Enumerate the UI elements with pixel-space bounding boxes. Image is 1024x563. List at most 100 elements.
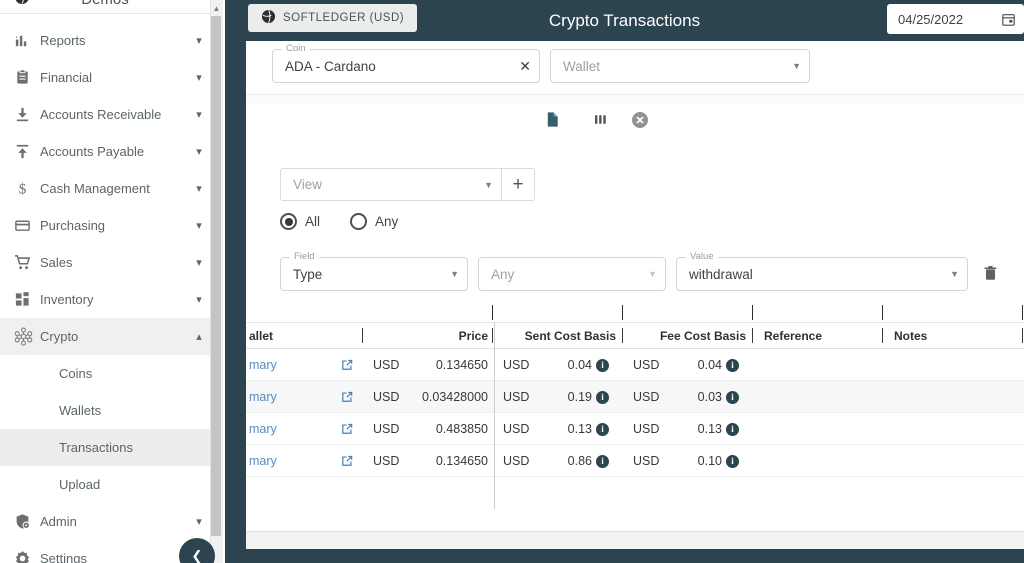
chevron-down-icon[interactable]: ▾ xyxy=(188,71,210,84)
cell-fee-currency: USD xyxy=(633,381,659,413)
sent-info-icon[interactable]: i xyxy=(596,445,609,477)
column-resize-handle[interactable] xyxy=(622,305,623,320)
chevron-down-icon[interactable]: ▾ xyxy=(188,182,210,195)
table-row[interactable]: mary USD 0.483850 USD 0.13 i USD 0.13 i xyxy=(246,413,1024,445)
condition-field-select[interactable]: Field Type ▼ xyxy=(280,257,468,291)
sidebar-item-accounts-receivable[interactable]: Accounts Receivable ▾ xyxy=(0,96,210,133)
date-picker[interactable]: 04/25/2022 xyxy=(887,4,1024,34)
chevron-down-icon[interactable]: ▼ xyxy=(792,61,801,71)
sidebar-scrollbar-thumb[interactable] xyxy=(211,16,221,536)
external-link-icon[interactable] xyxy=(340,422,354,436)
chevron-down-icon[interactable]: ▾ xyxy=(188,293,210,306)
chevron-down-icon[interactable]: ▾ xyxy=(188,219,210,232)
cell-wallet[interactable]: mary xyxy=(249,381,277,413)
header-divider[interactable] xyxy=(752,328,753,343)
table-row[interactable]: mary USD 0.134650 USD 0.04 i USD 0.04 i xyxy=(246,349,1024,381)
chevron-down-icon[interactable]: ▼ xyxy=(450,269,459,279)
cell-link[interactable] xyxy=(340,349,354,381)
chevron-down-icon[interactable]: ▾ xyxy=(188,145,210,158)
sent-info-icon[interactable]: i xyxy=(596,381,609,413)
sidebar-item-admin[interactable]: Admin ▾ xyxy=(0,503,210,540)
sidebar-item-crypto[interactable]: Crypto ▴ xyxy=(0,318,210,355)
sidebar-item-financial[interactable]: Financial ▾ xyxy=(0,59,210,96)
sidebar-item-coins[interactable]: Coins xyxy=(0,355,210,392)
external-link-icon[interactable] xyxy=(340,358,354,372)
header-divider[interactable] xyxy=(882,328,883,343)
radio-all[interactable] xyxy=(280,213,297,230)
fee-info-icon[interactable]: i xyxy=(726,349,739,381)
chevron-down-icon[interactable]: ▾ xyxy=(188,256,210,269)
cell-link[interactable] xyxy=(340,413,354,445)
sidebar-item-upload[interactable]: Upload xyxy=(0,466,210,503)
coin-select[interactable]: Coin ADA - Cardano ✕ xyxy=(272,49,540,83)
header-divider[interactable] xyxy=(362,328,363,343)
column-header-wallet[interactable]: allet xyxy=(249,323,273,349)
arrow-down-tray-icon xyxy=(14,106,40,124)
column-header-reference[interactable]: Reference xyxy=(764,323,822,349)
calendar-icon[interactable] xyxy=(1001,12,1016,27)
sidebar-item-cash-management[interactable]: $ Cash Management ▾ xyxy=(0,170,210,207)
cell-price-currency: USD xyxy=(373,413,399,445)
sidebar-item-wallets[interactable]: Wallets xyxy=(0,392,210,429)
ledger-selector-button[interactable]: SOFTLEDGER (USD) xyxy=(248,4,417,32)
cell-wallet[interactable]: mary xyxy=(249,413,277,445)
table-row[interactable]: mary USD 0.03428000 USD 0.19 i USD 0.03 … xyxy=(246,381,1024,413)
radio-any[interactable] xyxy=(350,213,367,230)
wallet-select[interactable]: Wallet ▼ xyxy=(550,49,810,83)
chevron-down-icon[interactable]: ▼ xyxy=(950,269,959,279)
sidebar-item-inventory[interactable]: Inventory ▾ xyxy=(0,281,210,318)
chevron-down-icon[interactable]: ▾ xyxy=(188,108,210,121)
header-divider[interactable] xyxy=(492,328,493,343)
shopping-cart-icon xyxy=(14,254,40,272)
cell-link[interactable] xyxy=(340,381,354,413)
delete-condition-button[interactable] xyxy=(982,265,999,287)
chevron-down-icon[interactable]: ▾ xyxy=(188,34,210,47)
column-header-notes[interactable]: Notes xyxy=(894,323,927,349)
sidebar-item-sales[interactable]: Sales ▾ xyxy=(0,244,210,281)
sidebar-item-label: Crypto xyxy=(40,329,188,344)
sidebar-item-purchasing[interactable]: Purchasing ▾ xyxy=(0,207,210,244)
sidebar-item-accounts-payable[interactable]: Accounts Payable ▾ xyxy=(0,133,210,170)
table-row[interactable]: mary USD 0.134650 USD 0.86 i USD 0.10 i xyxy=(246,445,1024,477)
close-icon[interactable]: ✕ xyxy=(519,58,531,75)
cell-link[interactable] xyxy=(340,445,354,477)
view-select[interactable]: View ▼ xyxy=(280,168,502,201)
header-divider[interactable] xyxy=(622,328,623,343)
export-document-button[interactable] xyxy=(539,109,565,135)
table-header-row: allet Price Sent Cost Basis Fee Cost Bas… xyxy=(246,322,1024,349)
cell-wallet[interactable]: mary xyxy=(249,445,277,477)
scroll-up-arrow-icon[interactable]: ▲ xyxy=(211,2,222,14)
fee-info-icon[interactable]: i xyxy=(726,381,739,413)
sidebar-item-transactions[interactable]: Transactions xyxy=(0,429,210,466)
add-view-button[interactable]: + xyxy=(501,168,535,201)
condition-operator-select[interactable]: Any ▼ xyxy=(478,257,666,291)
chevron-down-icon[interactable]: ▼ xyxy=(648,269,657,279)
cell-wallet[interactable]: mary xyxy=(249,349,277,381)
coin-legend: Coin xyxy=(282,43,310,54)
condition-value-select[interactable]: Value withdrawal ▼ xyxy=(676,257,968,291)
sidebar-subitem-label: Coins xyxy=(59,366,92,381)
external-link-icon[interactable] xyxy=(340,390,354,404)
chevron-down-icon[interactable]: ▼ xyxy=(484,180,493,190)
column-resize-handle[interactable] xyxy=(882,305,883,320)
chevron-down-icon[interactable]: ▾ xyxy=(188,515,210,528)
fee-info-icon[interactable]: i xyxy=(726,413,739,445)
column-header-fee-cost-basis[interactable]: Fee Cost Basis xyxy=(646,323,746,349)
fee-info-icon[interactable]: i xyxy=(726,445,739,477)
column-resize-handle[interactable] xyxy=(752,305,753,320)
column-resize-handle[interactable] xyxy=(1022,305,1023,320)
columns-button[interactable] xyxy=(587,109,613,135)
sent-info-icon[interactable]: i xyxy=(596,413,609,445)
header-divider[interactable] xyxy=(1022,328,1023,343)
column-resize-handle[interactable] xyxy=(492,305,493,320)
sidebar-nav: Reports ▾ Financial ▾ Accounts Receivabl… xyxy=(0,22,210,563)
sidebar-item-reports[interactable]: Reports ▾ xyxy=(0,22,210,59)
chevron-up-icon[interactable]: ▴ xyxy=(188,330,210,343)
sent-info-icon[interactable]: i xyxy=(596,349,609,381)
clear-filters-button[interactable] xyxy=(627,109,653,135)
column-header-sent-cost-basis[interactable]: Sent Cost Basis xyxy=(514,323,616,349)
external-link-icon[interactable] xyxy=(340,454,354,468)
column-header-price[interactable]: Price xyxy=(416,323,488,349)
cell-sent-currency: USD xyxy=(503,413,529,445)
cell-price-currency: USD xyxy=(373,445,399,477)
